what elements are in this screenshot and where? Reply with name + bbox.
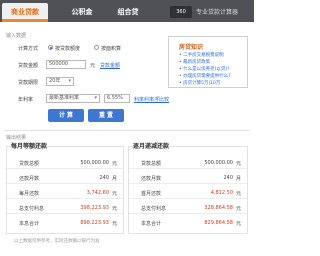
loan-amount-input[interactable]: 500000 xyxy=(46,60,86,69)
equal-principal-panel: 逐月递减还款 贷款总额 500,000.00 元 还款月数 240 月 首月还款… xyxy=(128,143,248,234)
result-value: 4,812.50 xyxy=(210,190,233,196)
rate-value-input[interactable]: 6.55% xyxy=(104,94,130,103)
knowledge-title: 房贷知识 xyxy=(179,44,204,51)
result-row: 首月还款 4,812.50 元 xyxy=(129,187,247,199)
result-label: 贷款总额 xyxy=(19,161,40,167)
result-row: 本息合计 829,864.58 元 xyxy=(129,217,247,229)
loan-term-label: 贷款期限 xyxy=(18,80,39,86)
result-row: 总支付利息 328,864.58 元 xyxy=(129,202,247,214)
disclaimer-note: 以上数据仅供参考，实际还款额以银行为准 xyxy=(14,239,100,244)
knowledge-link[interactable]: 什么是以房养老(以贷)? xyxy=(179,66,229,72)
brand-logo: 360 xyxy=(170,6,192,18)
radio-by-amount[interactable] xyxy=(48,45,53,50)
loan-amount-link[interactable]: 贷款金额 xyxy=(100,62,120,69)
brand-subtitle: 专业贷款计算器 xyxy=(196,9,239,16)
loan-term-select[interactable]: 20年 xyxy=(46,77,74,86)
result-label: 每月还款 xyxy=(19,191,40,197)
knowledge-link[interactable]: 二手房交易税费说明 xyxy=(179,52,224,58)
mortgage-knowledge-box: 房贷知识 二手房交易税费说明 最新房贷政策 什么是以房养老(以贷)? 办理房贷需… xyxy=(168,36,248,88)
knowledge-link[interactable]: 最新房贷政策 xyxy=(179,59,210,65)
knowledge-link[interactable]: 房贷计算5万|10万 xyxy=(179,80,220,86)
equal-installment-panel: 每月等额还款 贷款总额 500,000.00 元 还款月数 240 月 每月还款… xyxy=(6,143,124,234)
result-value: 500,000.00 xyxy=(204,160,233,166)
radio-by-amount-label: 按贷款额度 xyxy=(55,46,81,52)
result-value: 500,000.00 xyxy=(80,160,109,166)
loan-amount-unit: 元 xyxy=(90,63,96,69)
calc-method-label: 计算方式 xyxy=(18,46,39,52)
result-label: 还款月数 xyxy=(19,176,40,182)
equal-installment-title: 每月等额还款 xyxy=(11,143,48,150)
output-section-title: 输出结果 xyxy=(6,135,27,141)
rate-label: 年利率 xyxy=(18,97,34,103)
result-row: 每月还款 3,742.60 元 xyxy=(7,187,123,199)
reset-button[interactable]: 重 置 xyxy=(88,109,124,122)
result-unit: 元 xyxy=(235,206,241,212)
result-value: 398,223.93 xyxy=(80,205,109,211)
result-value: 3,742.60 xyxy=(86,190,109,196)
tab-commercial-loan[interactable]: 商业贷款 xyxy=(2,3,48,22)
result-row: 贷款总额 500,000.00 元 xyxy=(129,157,247,169)
result-unit: 元 xyxy=(111,206,117,212)
result-label: 还款月数 xyxy=(141,176,162,182)
result-unit: 元 xyxy=(235,161,241,167)
calculate-button[interactable]: 计 算 xyxy=(48,109,84,122)
result-label: 总支付利息 xyxy=(19,206,45,212)
tab-combined-loan[interactable]: 组合贷 xyxy=(108,3,148,22)
result-row: 本息合计 898,223.93 元 xyxy=(7,217,123,229)
knowledge-link[interactable]: 办理房贷需要提供什么? xyxy=(179,73,230,79)
result-value: 328,864.58 xyxy=(204,205,233,211)
result-unit: 元 xyxy=(111,221,117,227)
result-unit: 元 xyxy=(111,161,117,167)
result-label: 本息合计 xyxy=(19,221,40,227)
result-label: 本息合计 xyxy=(141,221,162,227)
radio-by-area[interactable] xyxy=(94,45,99,50)
rate-type-select[interactable]: 最新基准利率 xyxy=(46,94,100,103)
input-section-title: 输入数据 xyxy=(6,33,27,39)
result-row: 还款月数 240 月 xyxy=(7,172,123,184)
tab-provident-fund[interactable]: 公积金 xyxy=(62,3,102,22)
result-value: 240 xyxy=(99,175,109,181)
result-row: 总支付利息 398,223.93 元 xyxy=(7,202,123,214)
result-unit: 月 xyxy=(111,176,117,182)
result-row: 还款月数 240 月 xyxy=(129,172,247,184)
result-unit: 元 xyxy=(235,221,241,227)
rate-compare-link[interactable]: 利率利率浮比较 xyxy=(134,96,169,103)
result-label: 首月还款 xyxy=(141,191,162,197)
radio-by-area-label: 按面积算 xyxy=(101,46,122,52)
result-label: 总支付利息 xyxy=(141,206,167,212)
result-value: 240 xyxy=(223,175,233,181)
result-unit: 元 xyxy=(235,191,241,197)
equal-principal-title: 逐月递减还款 xyxy=(133,143,170,150)
loan-type-tabbar: 商业贷款 公积金 组合贷 360 专业贷款计算器 xyxy=(0,0,254,22)
result-unit: 元 xyxy=(111,191,117,197)
result-value: 898,223.93 xyxy=(80,220,109,226)
loan-amount-label: 贷款金额 xyxy=(18,63,39,69)
result-label: 贷款总额 xyxy=(141,161,162,167)
result-unit: 月 xyxy=(235,176,241,182)
section-divider xyxy=(4,130,250,131)
result-value: 829,864.58 xyxy=(204,220,233,226)
result-row: 贷款总额 500,000.00 元 xyxy=(7,157,123,169)
